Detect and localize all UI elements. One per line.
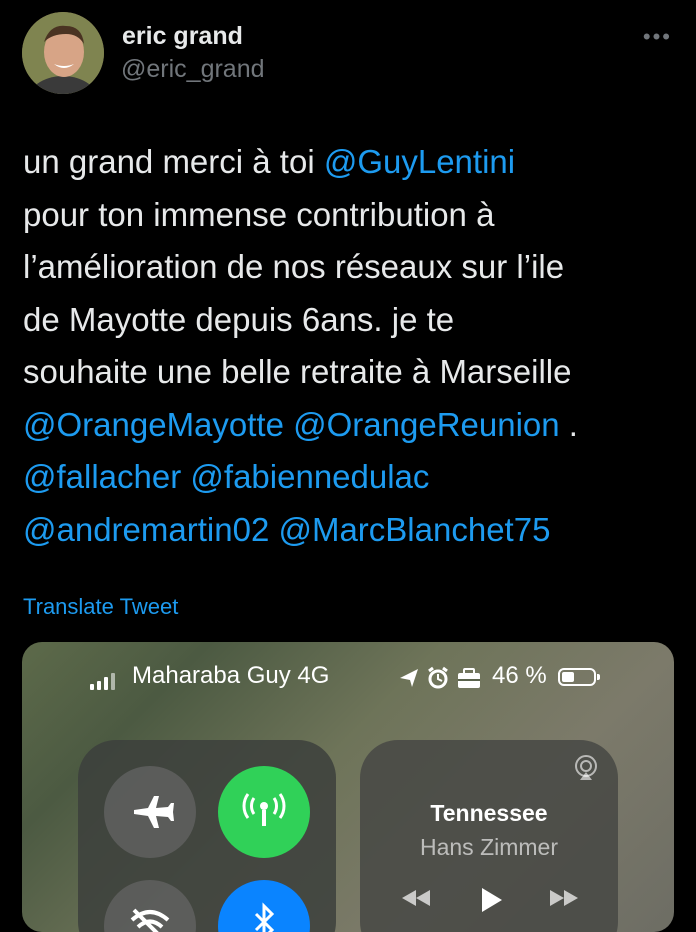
- battery-percent: 46 %: [492, 662, 547, 689]
- connectivity-tile: [78, 740, 336, 932]
- carrier-label: Maharaba Guy 4G: [132, 662, 330, 689]
- battery-icon: [558, 668, 600, 686]
- tweet-line: pour ton immense contribution à: [23, 189, 683, 242]
- tweet-media-image[interactable]: Maharaba Guy 4G 46 % Tennessee Hans Zimm…: [22, 642, 674, 932]
- briefcase-icon: [458, 668, 480, 688]
- author-avatar[interactable]: [22, 12, 104, 94]
- translate-tweet-link[interactable]: Translate Tweet: [23, 594, 178, 620]
- status-bar: Maharaba Guy 4G 46 %: [22, 660, 674, 694]
- tweet-line: @OrangeMayotte @OrangeReunion .: [23, 399, 683, 452]
- location-arrow-icon: [400, 669, 418, 687]
- mention-link[interactable]: @andremartin02: [23, 511, 269, 548]
- cellular-data-toggle[interactable]: [218, 766, 310, 858]
- mention-link[interactable]: @OrangeMayotte: [23, 406, 284, 443]
- tweet-line: souhaite une belle retraite à Marseille: [23, 346, 683, 399]
- mention-link[interactable]: @OrangeReunion: [293, 406, 560, 443]
- tweet-text: un grand merci à toi @GuyLentini pour ton…: [23, 136, 683, 556]
- mention-link[interactable]: @GuyLentini: [324, 143, 515, 180]
- tweet-line: @fallacher @fabiennedulac: [23, 451, 683, 504]
- tweet-line: l’amélioration de nos réseaux sur l’ile: [23, 241, 683, 294]
- tweet-text-segment: un grand merci à toi: [23, 143, 324, 180]
- tweet-line: @andremartin02 @MarcBlanchet75: [23, 504, 683, 557]
- song-title: Tennessee: [430, 800, 548, 826]
- cellular-antenna-icon: [242, 793, 286, 826]
- wifi-icon: [130, 908, 170, 932]
- wifi-toggle[interactable]: [104, 880, 196, 932]
- tweet-text-segment: pour ton immense contribution à: [23, 195, 495, 233]
- bluetooth-toggle[interactable]: [218, 880, 310, 932]
- now-playing-tile[interactable]: Tennessee Hans Zimmer: [360, 740, 618, 932]
- next-track-icon: [550, 890, 578, 906]
- mention-link[interactable]: @fallacher: [23, 458, 181, 495]
- tweet-line: un grand merci à toi @GuyLentini: [23, 136, 683, 189]
- tweet-text-segment: souhaite une belle retraite à Marseille: [23, 353, 572, 390]
- tweet-line: de Mayotte depuis 6ans. je te: [23, 294, 683, 347]
- author-handle[interactable]: @eric_grand: [121, 55, 265, 84]
- airplane-mode-toggle[interactable]: [104, 766, 196, 858]
- bluetooth-icon: [254, 902, 275, 932]
- play-icon: [482, 888, 502, 912]
- signal-strength-icon: [90, 672, 118, 690]
- playback-controls[interactable]: [400, 876, 580, 916]
- airplay-icon[interactable]: [572, 754, 600, 782]
- more-options-icon[interactable]: •••: [643, 24, 672, 50]
- song-artist: Hans Zimmer: [419, 834, 558, 860]
- airplane-icon: [134, 796, 174, 828]
- mention-link[interactable]: @MarcBlanchet75: [278, 511, 550, 548]
- tweet-text-segment: .: [559, 405, 578, 443]
- previous-track-icon: [402, 890, 430, 906]
- tweet-text-segment: [284, 406, 293, 443]
- mention-link[interactable]: @fabiennedulac: [190, 458, 429, 495]
- tweet-text-segment: de Mayotte depuis 6ans. je te: [23, 300, 455, 338]
- alarm-icon: [428, 666, 448, 689]
- tweet-text-segment: l’amélioration de nos réseaux sur l’ile: [23, 248, 565, 285]
- author-name[interactable]: eric grand: [122, 22, 243, 51]
